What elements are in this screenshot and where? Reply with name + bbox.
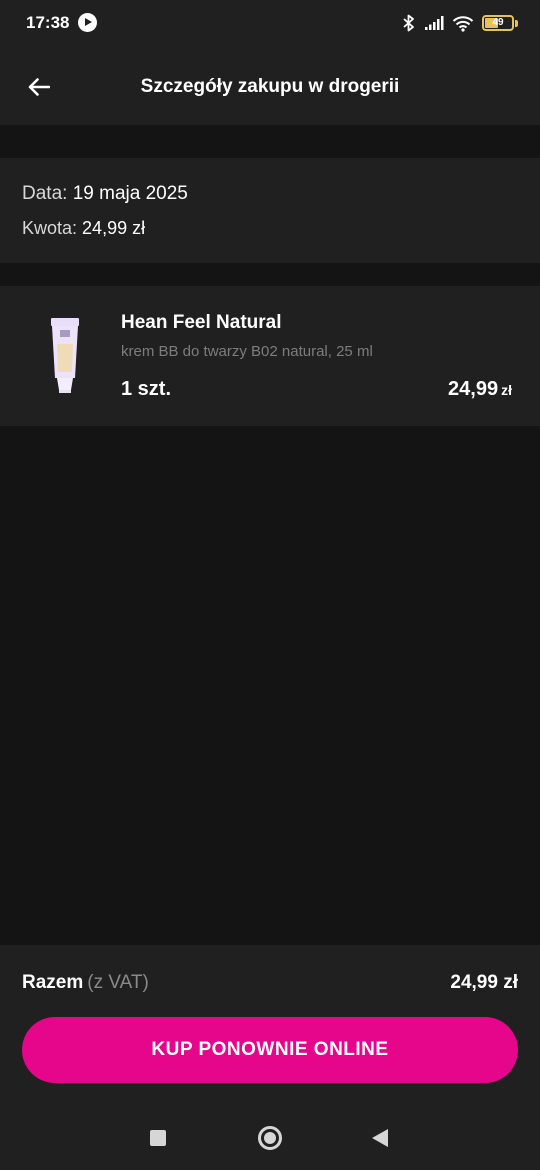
status-time: 17:38	[26, 13, 70, 32]
recent-apps-icon[interactable]	[150, 1130, 166, 1146]
total-label: Razem (z VAT)	[22, 972, 149, 994]
app-header: Szczegóły zakupu w drogerii	[0, 48, 540, 125]
product-price: 24,99 zł	[448, 378, 512, 401]
total-value: 24,99 zł	[450, 972, 518, 993]
product-item[interactable]: Hean Feel Natural krem BB do twarzy B02 …	[0, 286, 540, 426]
product-description: krem BB do twarzy B02 natural, 25 ml	[121, 343, 373, 360]
status-bar: 17:38 49	[0, 0, 540, 48]
play-icon	[78, 13, 97, 32]
back-triangle-icon[interactable]	[372, 1129, 388, 1147]
home-icon[interactable]	[258, 1126, 282, 1150]
battery-cap	[515, 19, 518, 27]
bluetooth-icon	[403, 14, 414, 32]
amount-row: Kwota: 24,99 zł	[22, 218, 145, 239]
product-name: Hean Feel Natural	[121, 312, 282, 333]
total-vat-label: (z VAT)	[87, 972, 149, 993]
amount-value: 24,99 zł	[82, 218, 146, 238]
footer: Razem (z VAT) 24,99 zł KUP PONOWNIE ONLIN…	[0, 945, 540, 1170]
buy-again-button[interactable]: KUP PONOWNIE ONLINE	[22, 1017, 518, 1083]
signal-icon	[425, 16, 444, 30]
battery-level: 49	[492, 17, 504, 28]
wifi-icon	[452, 15, 474, 32]
page-title: Szczegóły zakupu w drogerii	[140, 76, 400, 97]
amount-label: Kwota:	[22, 218, 78, 238]
product-price-value: 24,99	[448, 378, 499, 400]
date-value: 19 maja 2025	[72, 183, 188, 204]
product-image	[51, 318, 79, 393]
product-price-currency: zł	[501, 382, 512, 398]
system-nav-bar	[0, 1110, 540, 1170]
date-label: Data:	[22, 183, 68, 204]
status-icons: 49	[402, 13, 518, 33]
battery-icon: 49	[482, 15, 514, 31]
purchase-info-card: Data: 19 maja 2025 Kwota: 24,99 zł	[0, 158, 540, 263]
date-row: Data: 19 maja 2025	[22, 183, 188, 205]
product-quantity: 1 szt.	[121, 378, 172, 400]
total-label-text: Razem	[22, 972, 84, 993]
